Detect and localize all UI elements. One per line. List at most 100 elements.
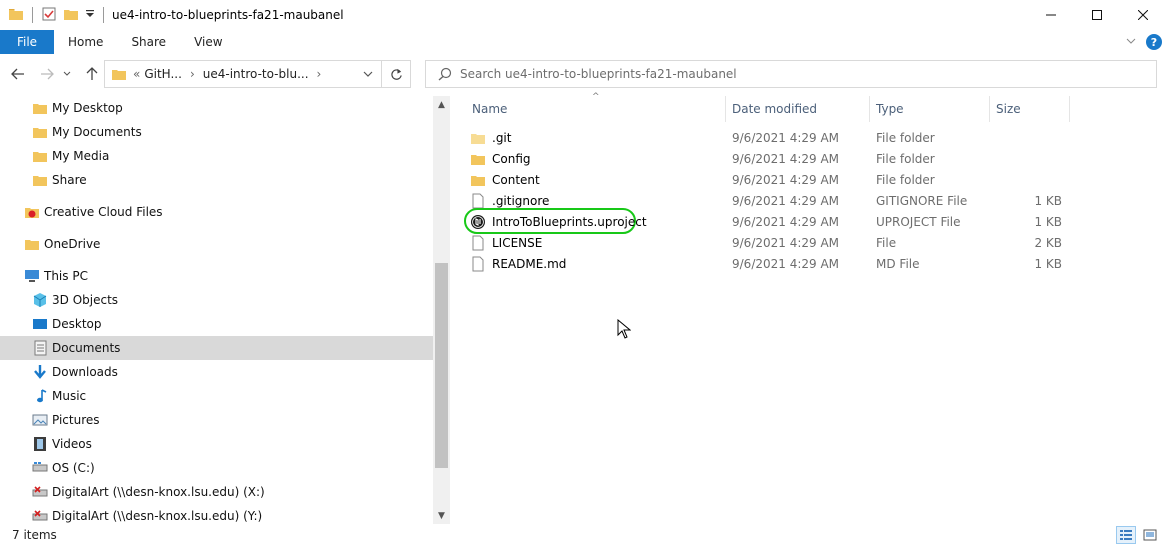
file-name: Content [492, 172, 540, 187]
file-date: 9/6/2021 4:29 AM [732, 193, 840, 208]
table-row[interactable]: Content 9/6/2021 4:29 AM File folder [466, 169, 1066, 190]
column-header-size[interactable]: Size [990, 96, 1070, 122]
nav-item-documents[interactable]: Documents [0, 336, 433, 360]
toolbar-separator [103, 7, 104, 23]
table-row[interactable]: LICENSE 9/6/2021 4:29 AM File 2 KB [466, 232, 1066, 253]
folder-icon [32, 100, 48, 116]
nav-item-share[interactable]: Share [0, 168, 433, 192]
folder-icon [32, 124, 48, 140]
file-size: 1 KB [1034, 193, 1062, 208]
chevron-down-icon[interactable] [363, 70, 373, 78]
search-icon [438, 67, 452, 81]
nav-item-pictures[interactable]: Pictures [0, 408, 433, 432]
nav-item-label: Share [52, 173, 87, 187]
folder-icon [470, 151, 486, 167]
file-type: UPROJECT File [876, 214, 961, 229]
folder-icon [32, 172, 48, 188]
file-name: .gitignore [492, 193, 550, 208]
nav-item-my-documents[interactable]: My Documents [0, 120, 433, 144]
status-bar: 7 items [0, 524, 1166, 546]
breadcrumb-separator-icon[interactable]: › [317, 67, 322, 81]
scroll-down-icon[interactable]: ▼ [433, 507, 450, 524]
column-header-type[interactable]: Type [870, 96, 990, 122]
file-list: ^ Name Date modified Type Size .git 9/6/… [452, 92, 1166, 524]
folder-icon [24, 236, 40, 252]
nav-item-downloads[interactable]: Downloads [0, 360, 433, 384]
refresh-button[interactable] [382, 60, 411, 88]
desktop-icon [32, 316, 48, 332]
column-header-name[interactable]: Name [466, 96, 726, 122]
scrollbar-thumb[interactable] [435, 263, 448, 468]
file-name: LICENSE [492, 235, 543, 250]
file-type: GITIGNORE File [876, 193, 968, 208]
nav-item-digitalart-x[interactable]: DigitalArt (\\desn-knox.lsu.edu) (X:) [0, 480, 433, 504]
up-button[interactable] [82, 64, 102, 84]
arrow-up-icon [86, 67, 98, 80]
nav-item-videos[interactable]: Videos [0, 432, 433, 456]
customize-toolbar-icon[interactable] [85, 8, 95, 22]
file-date: 9/6/2021 4:29 AM [732, 256, 840, 271]
nav-item-label: DigitalArt (\\desn-knox.lsu.edu) (Y:) [52, 509, 263, 523]
properties-icon[interactable] [41, 6, 57, 25]
ribbon-tabs: File Home Share View ? [0, 30, 1166, 54]
table-row[interactable]: README.md 9/6/2021 4:29 AM MD File 1 KB [466, 253, 1066, 274]
nav-item-desktop[interactable]: Desktop [0, 312, 433, 336]
window-controls [1028, 0, 1166, 30]
folder-icon [111, 66, 127, 82]
forward-button[interactable] [37, 64, 57, 84]
maximize-button[interactable] [1074, 0, 1120, 30]
breadcrumb-overflow[interactable]: « [133, 67, 140, 81]
pictures-icon [32, 412, 48, 428]
nav-item-my-desktop[interactable]: My Desktop [0, 96, 433, 120]
close-button[interactable] [1120, 0, 1166, 30]
creative-cloud-icon [24, 204, 40, 220]
network-drive-icon [32, 484, 48, 500]
nav-item-creative-cloud-files[interactable]: Creative Cloud Files [0, 200, 433, 224]
film-icon [32, 436, 48, 452]
tab-file[interactable]: File [0, 30, 54, 54]
folder-icon [470, 172, 486, 188]
nav-item-label: Documents [52, 341, 121, 355]
cube-icon [32, 292, 48, 308]
tab-view[interactable]: View [180, 30, 236, 54]
address-bar[interactable]: « GitH... › ue4-intro-to-blu... › [104, 60, 382, 88]
expand-ribbon-icon[interactable] [1126, 35, 1136, 49]
item-count: 7 items [12, 528, 57, 542]
tab-home[interactable]: Home [54, 30, 117, 54]
back-button[interactable] [8, 64, 28, 84]
help-icon[interactable]: ? [1146, 34, 1162, 50]
nav-item-onedrive[interactable]: OneDrive [0, 232, 433, 256]
nav-item-label: Desktop [52, 317, 102, 331]
breadcrumb-item[interactable]: GitH... [144, 67, 182, 81]
scroll-up-icon[interactable]: ▲ [433, 96, 450, 113]
folder-icon [8, 6, 24, 25]
nav-item-3d-objects[interactable]: 3D Objects [0, 288, 433, 312]
nav-item-label: Creative Cloud Files [44, 205, 163, 219]
file-name: Config [492, 151, 531, 166]
tab-share[interactable]: Share [117, 30, 180, 54]
nav-item-my-media[interactable]: My Media [0, 144, 433, 168]
recent-locations-button[interactable] [60, 64, 74, 84]
breadcrumb-separator-icon[interactable]: › [190, 67, 195, 81]
minimize-button[interactable] [1028, 0, 1074, 30]
table-row[interactable]: Config 9/6/2021 4:29 AM File folder [466, 148, 1066, 169]
column-header-date[interactable]: Date modified [726, 96, 870, 122]
search-input[interactable]: Search ue4-intro-to-blueprints-fa21-maub… [460, 67, 737, 81]
file-type: File folder [876, 151, 935, 166]
file-name: README.md [492, 256, 567, 271]
nav-item-digitalart-y[interactable]: DigitalArt (\\desn-knox.lsu.edu) (Y:) [0, 504, 433, 524]
nav-item-os-c[interactable]: OS (C:) [0, 456, 433, 480]
nav-item-this-pc[interactable]: This PC [0, 264, 433, 288]
file-size [986, 127, 1062, 148]
table-row[interactable]: .git 9/6/2021 4:29 AM File folder [466, 127, 1066, 148]
search-box[interactable]: Search ue4-intro-to-blueprints-fa21-maub… [425, 60, 1157, 88]
file-date: 9/6/2021 4:29 AM [732, 172, 840, 187]
nav-item-music[interactable]: Music [0, 384, 433, 408]
large-icons-view-button[interactable] [1140, 526, 1160, 544]
navigation-scrollbar[interactable]: ▲ ▼ [433, 96, 450, 524]
table-row[interactable]: IntroToBlueprints.uproject 9/6/2021 4:29… [464, 208, 1066, 234]
details-view-button[interactable] [1116, 526, 1136, 544]
new-folder-icon[interactable] [63, 6, 79, 25]
download-arrow-icon [32, 364, 48, 380]
breadcrumb-item[interactable]: ue4-intro-to-blu... [203, 67, 309, 81]
